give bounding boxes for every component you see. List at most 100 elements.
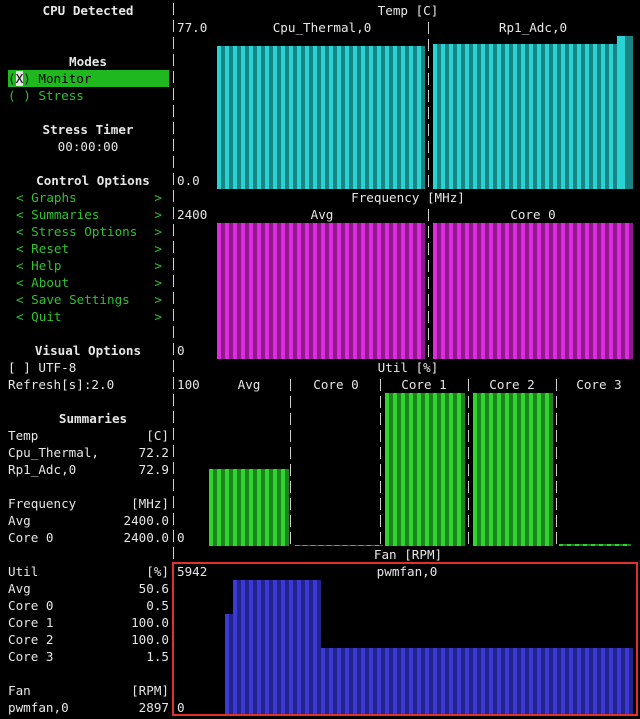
bar-pwmfan-0 — [501, 648, 505, 716]
bar-avg — [353, 223, 357, 359]
bar-avg — [221, 223, 225, 359]
bar-cpu-thermal-0 — [265, 46, 269, 189]
util-series-divider — [290, 379, 291, 391]
bar-cpu-thermal-0 — [369, 46, 373, 189]
bar-cpu-thermal-0 — [249, 46, 253, 189]
bar-cpu-thermal-0 — [337, 46, 341, 189]
bar-pwmfan-0 — [461, 648, 465, 716]
bar-core-0 — [489, 223, 493, 359]
bar-pwmfan-0 — [453, 648, 457, 716]
temp-series-divider — [428, 56, 429, 68]
bar-cpu-thermal-0 — [305, 46, 309, 189]
util-series-divider — [290, 515, 291, 527]
bar-avg — [269, 223, 273, 359]
bar-core-3 — [623, 544, 627, 546]
bar-rp1-adc-0 — [481, 44, 485, 189]
bar-pwmfan-0 — [597, 648, 601, 716]
bar-avg — [237, 223, 241, 359]
bar-core-3 — [611, 544, 615, 546]
bar-pwmfan-0 — [317, 580, 321, 716]
util-series-divider — [468, 498, 469, 510]
bar-rp1-adc-0 — [601, 44, 605, 189]
bar-rp1-adc-0 — [493, 44, 497, 189]
bar-pwmfan-0 — [329, 648, 333, 716]
frequency-series-divider — [428, 345, 429, 357]
util-series-divider — [290, 498, 291, 510]
bar-pwmfan-0 — [309, 580, 313, 716]
frequency-series-divider — [428, 260, 429, 272]
bar-pwmfan-0 — [449, 648, 453, 716]
bar-core-0 — [481, 223, 485, 359]
bar-core-1 — [429, 393, 433, 546]
bar-core-0 — [513, 223, 517, 359]
bar-avg — [373, 223, 377, 359]
bar-avg — [413, 223, 417, 359]
bar-rp1-adc-0 — [469, 44, 473, 189]
bar-core-0 — [629, 223, 633, 359]
bar-avg — [225, 223, 229, 359]
bar-core-2 — [537, 393, 541, 546]
util-series-divider — [290, 532, 291, 544]
util-series-divider — [380, 498, 381, 510]
bar-pwmfan-0 — [485, 648, 489, 716]
bar-avg — [381, 223, 385, 359]
bar-pwmfan-0 — [477, 648, 481, 716]
temp-series-divider — [428, 107, 429, 119]
util-series-divider — [380, 413, 381, 425]
bar-pwmfan-0 — [585, 648, 589, 716]
bar-pwmfan-0 — [381, 648, 385, 716]
bar-core-1 — [397, 393, 401, 546]
bar-core-0 — [449, 223, 453, 359]
bar-cpu-thermal-0 — [393, 46, 397, 189]
bar-pwmfan-0 — [545, 648, 549, 716]
bar-core-0 — [525, 223, 529, 359]
bar-rp1-adc-0 — [537, 44, 541, 189]
bar-cpu-thermal-0 — [353, 46, 357, 189]
bar-avg — [345, 223, 349, 359]
bar-pwmfan-0 — [481, 648, 485, 716]
bar-core-3 — [579, 544, 583, 546]
bar-core-2 — [541, 393, 545, 546]
bar-cpu-thermal-0 — [281, 46, 285, 189]
bar-core-2 — [477, 393, 481, 546]
bar-pwmfan-0 — [269, 580, 273, 716]
bar-pwmfan-0 — [565, 648, 569, 716]
bar-core-1 — [389, 393, 393, 546]
bar-avg — [249, 469, 253, 546]
bar-core-1 — [445, 393, 449, 546]
bar-core-0 — [465, 223, 469, 359]
bar-pwmfan-0 — [253, 580, 257, 716]
bar-pwmfan-0 — [225, 614, 229, 716]
bar-core-0 — [561, 223, 565, 359]
bar-pwmfan-0 — [517, 648, 521, 716]
temp-series-divider — [428, 39, 429, 51]
bar-core-0 — [617, 223, 621, 359]
bar-avg — [233, 223, 237, 359]
bar-pwmfan-0 — [337, 648, 341, 716]
bar-core-2 — [521, 393, 525, 546]
util-series-divider — [380, 515, 381, 527]
util-series-divider — [380, 379, 381, 391]
bar-avg — [409, 223, 413, 359]
bar-cpu-thermal-0 — [293, 46, 297, 189]
bar-avg — [245, 223, 249, 359]
bar-avg — [261, 469, 265, 546]
temp-series-divider — [428, 22, 429, 34]
bar-core-0 — [497, 223, 501, 359]
util-series-divider — [290, 464, 291, 476]
bar-core-0 — [557, 223, 561, 359]
bar-avg — [245, 469, 249, 546]
bar-core-0 — [433, 223, 437, 359]
bar-cpu-thermal-0 — [349, 46, 353, 189]
bar-rp1-adc-0 — [589, 44, 593, 189]
bar-avg — [217, 469, 221, 546]
bar-pwmfan-0 — [281, 580, 285, 716]
bar-pwmfan-0 — [557, 648, 561, 716]
bar-rp1-adc-0 — [585, 44, 589, 189]
bar-pwmfan-0 — [373, 648, 377, 716]
util-series-divider — [290, 430, 291, 442]
bar-core-2 — [505, 393, 509, 546]
bar-core-2 — [525, 393, 529, 546]
bar-pwmfan-0 — [341, 648, 345, 716]
bar-core-0 — [517, 223, 521, 359]
